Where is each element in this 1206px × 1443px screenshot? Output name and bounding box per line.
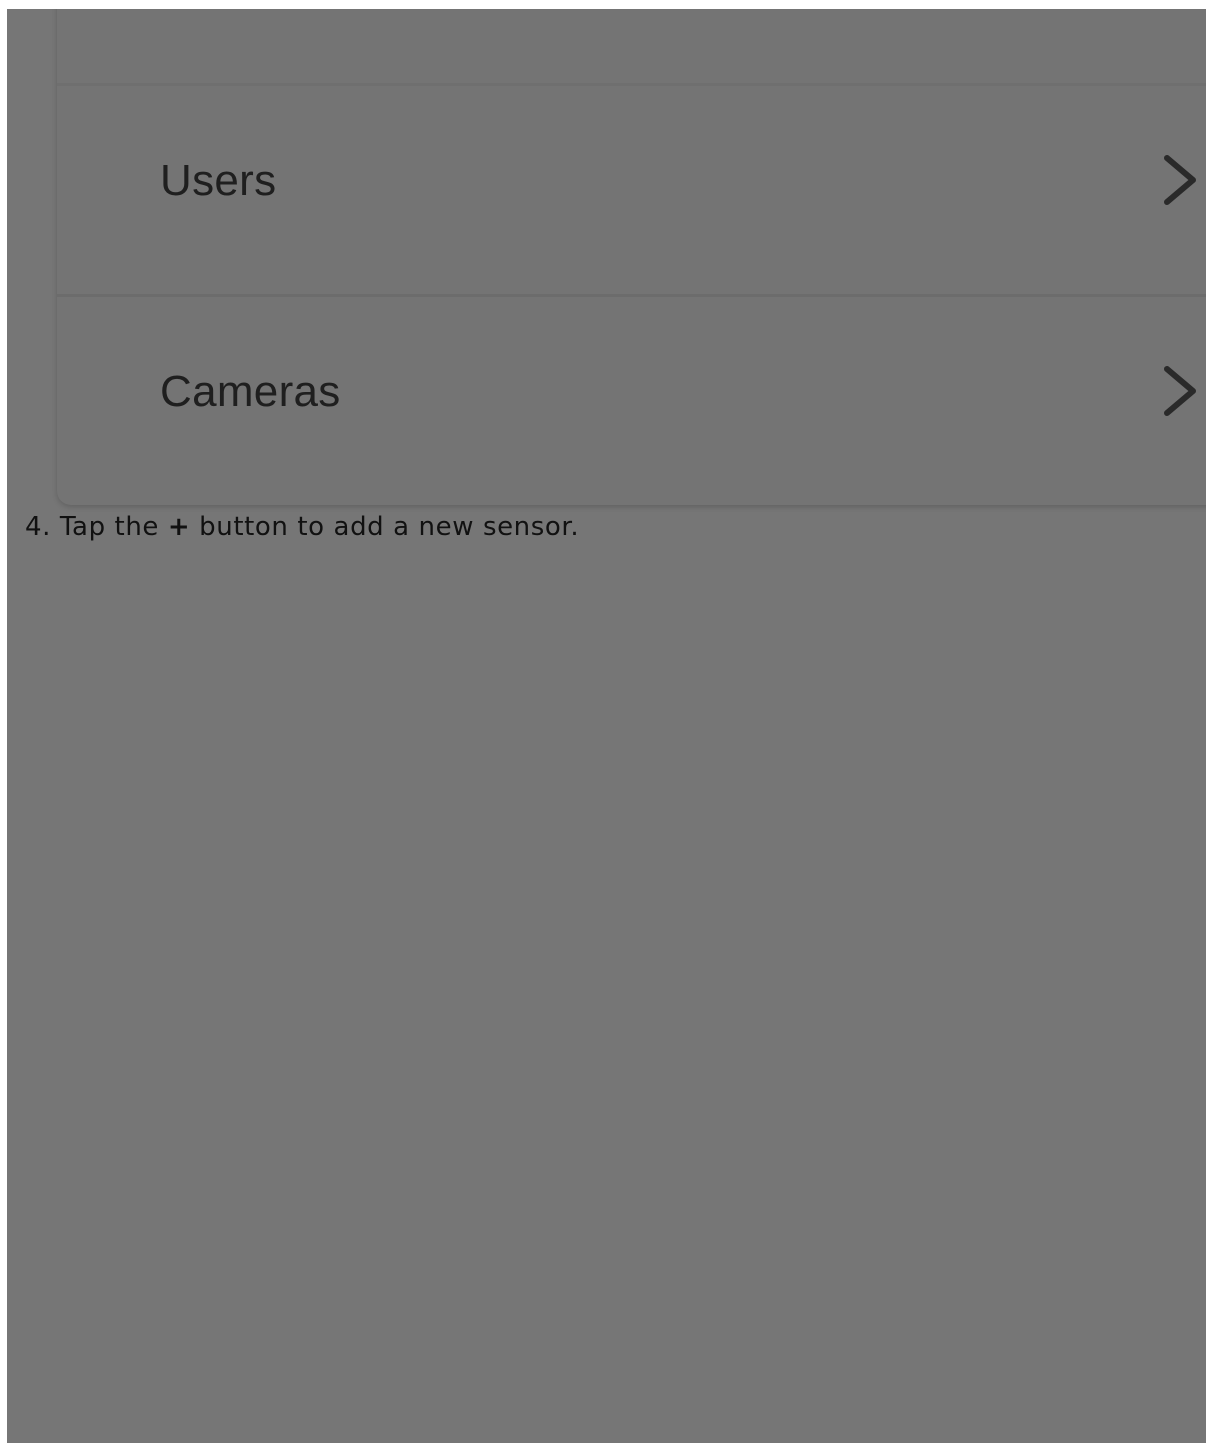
settings-card: Users Cameras <box>57 9 1206 505</box>
list-item-users[interactable]: Users <box>57 83 1206 293</box>
list-item-cameras[interactable]: Cameras <box>57 294 1206 504</box>
chevron-right-icon <box>1164 366 1196 416</box>
instruction-prefix: 4. Tap the <box>25 512 168 542</box>
plus-symbol: + <box>167 512 191 542</box>
list-item-label: Cameras <box>160 367 341 416</box>
instruction-step: 4. Tap the + button to add a new sensor. <box>25 512 579 542</box>
chevron-right-icon <box>1164 155 1196 205</box>
instruction-suffix: button to add a new sensor. <box>190 512 580 542</box>
list-item-label: Users <box>160 156 277 205</box>
dimmed-page-overlay: Users Cameras 4. Tap the + button to add… <box>7 9 1206 1443</box>
